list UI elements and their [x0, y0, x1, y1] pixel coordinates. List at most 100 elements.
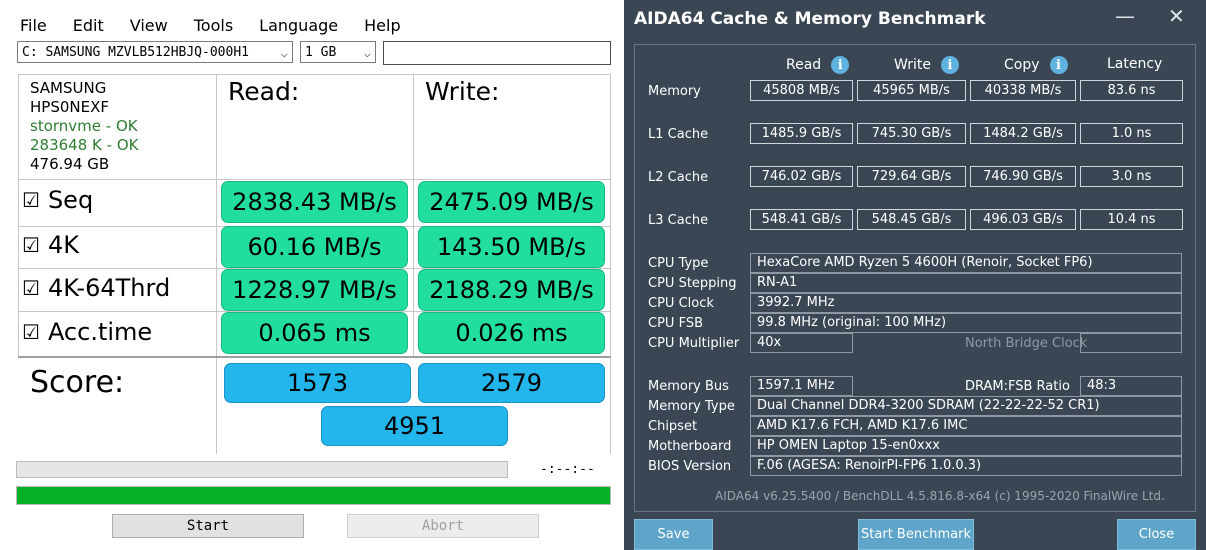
- l1-read: 1485.9 GB/s: [750, 123, 853, 144]
- l3-latency: 10.4 ns: [1080, 209, 1183, 230]
- minimize-icon[interactable]: —: [1115, 4, 1135, 28]
- l1-latency: 1.0 ns: [1080, 123, 1183, 144]
- l3-read: 548.41 GB/s: [750, 209, 853, 230]
- drive-info: SAMSUNG HPS0NEXF stornvme - OK 283648 K …: [30, 79, 138, 174]
- memory-copy: 40338 MB/s: [970, 80, 1076, 101]
- cpu-multiplier-label: CPU Multiplier: [648, 336, 740, 351]
- menu-help[interactable]: Help: [364, 16, 400, 35]
- info-icon[interactable]: i: [831, 56, 850, 74]
- header-copy-label: Copy: [1004, 57, 1040, 73]
- close-icon[interactable]: ✕: [1168, 4, 1185, 28]
- bios-version-label: BIOS Version: [648, 459, 732, 474]
- menu-tools[interactable]: Tools: [194, 16, 233, 35]
- memory-bus-value: 1597.1 MHz: [750, 376, 853, 396]
- cpu-stepping-label: CPU Stepping: [648, 276, 737, 291]
- start-button[interactable]: Start: [112, 514, 304, 538]
- row-name: 4K: [47, 231, 79, 259]
- abort-button[interactable]: Abort: [347, 514, 539, 538]
- checkbox-checked-icon[interactable]: ☑: [22, 188, 40, 212]
- drive-vendor: SAMSUNG: [30, 79, 107, 97]
- header-latency: Latency: [1107, 56, 1162, 72]
- start-benchmark-button[interactable]: Start Benchmark: [858, 519, 974, 550]
- l2-latency: 3.0 ns: [1080, 166, 1183, 187]
- row-name: Acc.time: [47, 318, 153, 346]
- motherboard-label: Motherboard: [648, 439, 732, 454]
- acctime-read-result: 0.065 ms: [221, 312, 408, 354]
- drive-select-value: C: SAMSUNG MZVLB512HBJQ-000H1: [22, 45, 249, 60]
- write-column-header: Write:: [425, 77, 500, 106]
- bios-version-value: F.06 (AGESA: RenoirPI-FP6 1.0.0.3): [750, 456, 1182, 476]
- checkbox-checked-icon[interactable]: ☑: [22, 276, 40, 300]
- dram-fsb-ratio-value: 48:3: [1080, 376, 1182, 396]
- drive-select[interactable]: C: SAMSUNG MZVLB512HBJQ-000H1 ⌵: [17, 41, 293, 63]
- memory-type-value: Dual Channel DDR4-3200 SDRAM (22-22-22-5…: [750, 396, 1182, 416]
- progress-fill: [17, 487, 610, 504]
- grid-divider: [216, 74, 217, 454]
- menu-edit[interactable]: Edit: [73, 16, 104, 35]
- menu-view[interactable]: View: [130, 16, 168, 35]
- header-write-label: Write: [894, 57, 931, 73]
- grid-divider: [18, 356, 611, 358]
- header-read: Read i: [786, 56, 850, 74]
- row-label: L1 Cache: [648, 127, 709, 142]
- overall-progress-bar: [16, 486, 611, 505]
- memory-read: 45808 MB/s: [750, 80, 853, 101]
- 4k-write-result: 143.50 MB/s: [418, 226, 605, 268]
- row-label: L2 Cache: [648, 170, 709, 185]
- menu-file[interactable]: File: [20, 16, 47, 35]
- score-label: Score:: [30, 365, 125, 400]
- grid-divider: [18, 74, 611, 75]
- score-write: 2579: [418, 363, 605, 403]
- as-ssd-window: File Edit View Tools Language Help C: SA…: [0, 0, 624, 550]
- save-button[interactable]: Save: [634, 519, 713, 550]
- l1-write: 745.30 GB/s: [857, 123, 966, 144]
- l3-copy: 496.03 GB/s: [970, 209, 1076, 230]
- l2-read: 746.02 GB/s: [750, 166, 853, 187]
- 4k64-read-result: 1228.97 MB/s: [221, 269, 408, 311]
- read-column-header: Read:: [228, 77, 300, 106]
- row-seq-label[interactable]: ☑ Seq: [22, 186, 93, 214]
- dram-fsb-ratio-label: DRAM:FSB Ratio: [965, 379, 1070, 394]
- header-latency-label: Latency: [1107, 56, 1163, 72]
- info-icon[interactable]: i: [1049, 56, 1068, 74]
- checkbox-checked-icon[interactable]: ☑: [22, 233, 40, 257]
- header-read-label: Read: [786, 57, 822, 73]
- cpu-type-value: HexaCore AMD Ryzen 5 4600H (Renoir, Sock…: [750, 253, 1182, 273]
- acctime-write-result: 0.026 ms: [418, 312, 605, 354]
- version-footer: AIDA64 v6.25.5400 / BenchDLL 4.5.816.8-x…: [715, 489, 1165, 503]
- seq-read-result: 2838.43 MB/s: [221, 181, 408, 223]
- size-select-value: 1 GB: [305, 45, 337, 60]
- row-name: Seq: [47, 186, 94, 214]
- chipset-value: AMD K17.6 FCH, AMD K17.6 IMC: [750, 416, 1182, 436]
- 4k64-write-result: 2188.29 MB/s: [418, 269, 605, 311]
- row-label: L3 Cache: [648, 213, 709, 228]
- row-4k64-label[interactable]: ☑ 4K-64Thrd: [22, 274, 170, 302]
- chevron-down-icon: ⌵: [363, 46, 371, 60]
- text-field[interactable]: [383, 41, 611, 65]
- l3-write: 548.45 GB/s: [857, 209, 966, 230]
- cpu-stepping-value: RN-A1: [750, 273, 1182, 293]
- row-name: 4K-64Thrd: [47, 274, 171, 302]
- close-button[interactable]: Close: [1117, 519, 1196, 550]
- seq-write-result: 2475.09 MB/s: [418, 181, 605, 223]
- memory-type-label: Memory Type: [648, 399, 735, 414]
- drive-firmware: HPS0NEXF: [30, 98, 109, 116]
- info-icon[interactable]: i: [940, 56, 959, 74]
- 4k-read-result: 60.16 MB/s: [221, 226, 408, 268]
- row-4k-label[interactable]: ☑ 4K: [22, 231, 79, 259]
- size-select[interactable]: 1 GB ⌵: [300, 41, 376, 63]
- l2-write: 729.64 GB/s: [857, 166, 966, 187]
- header-copy: Copy i: [1004, 56, 1068, 74]
- row-acctime-label[interactable]: ☑ Acc.time: [22, 318, 152, 346]
- cpu-clock-value: 3992.7 MHz: [750, 293, 1182, 313]
- grid-divider: [18, 179, 611, 180]
- grid-divider: [18, 74, 19, 357]
- cpu-multiplier-value: 40x: [750, 333, 853, 353]
- grid-divider: [413, 74, 414, 357]
- l2-copy: 746.90 GB/s: [970, 166, 1076, 187]
- chipset-label: Chipset: [648, 419, 698, 434]
- checkbox-checked-icon[interactable]: ☑: [22, 320, 40, 344]
- memory-write: 45965 MB/s: [857, 80, 966, 101]
- nb-clock-value: [1080, 333, 1182, 353]
- menu-language[interactable]: Language: [259, 16, 338, 35]
